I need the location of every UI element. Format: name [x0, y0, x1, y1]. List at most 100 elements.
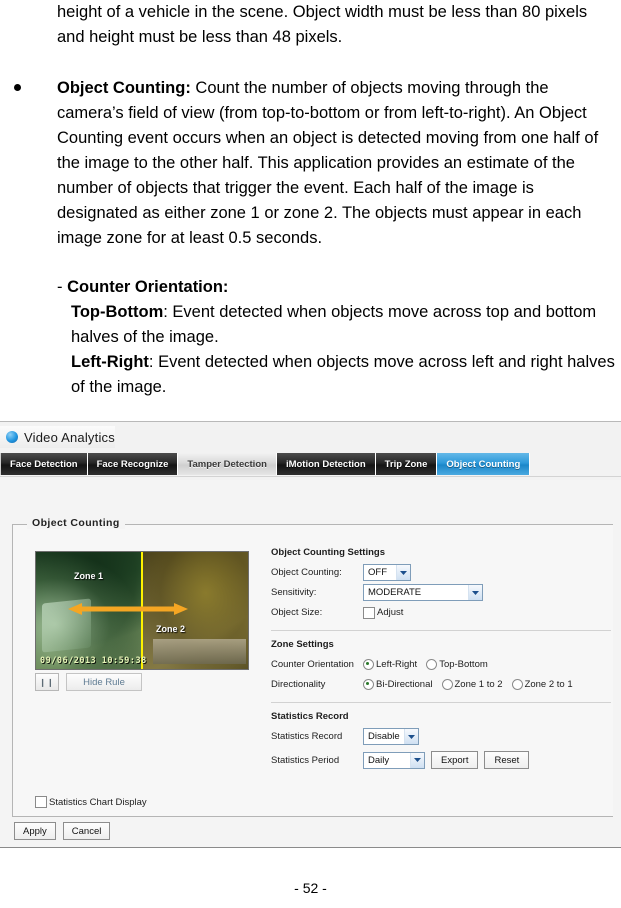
sub-item-left-right: Left-Right: Event detected when objects … [57, 350, 619, 400]
bullet-dot-icon [14, 84, 21, 91]
radio-zone-1-to-2[interactable]: Zone 1 to 2 [441, 679, 503, 690]
object-counting-label: Object Counting: [271, 567, 342, 578]
sub-item-left-right-body: : Event detected when objects move acros… [71, 353, 615, 396]
row-statistics-record: Statistics Record Disable [271, 728, 611, 745]
radio-zone-1-to-2-label: Zone 1 to 2 [454, 679, 503, 690]
video-analytics-header: Video Analytics [0, 426, 115, 448]
counter-orientation-radios[interactable]: Left-Right Top-Bottom [363, 659, 488, 670]
zone-settings-title: Zone Settings [271, 639, 334, 650]
object-size-adjust-label: Adjust [377, 607, 404, 618]
tab-face-recognize[interactable]: Face Recognize [87, 453, 179, 475]
object-counting-panel: Object Counting Zone 1 Zone 2 09/06/2013… [0, 480, 621, 847]
sub-block-counter-orientation: - Counter Orientation: Top-Bottom: Event… [0, 275, 621, 400]
checkbox-icon[interactable] [35, 796, 47, 808]
fieldset-legend: Object Counting [27, 517, 125, 529]
radio-unselected-icon[interactable] [441, 679, 453, 690]
sub-item-left-right-term: Left-Right [71, 353, 149, 371]
apply-button[interactable]: Apply [14, 822, 56, 840]
object-size-adjust-checkbox[interactable]: Adjust [363, 606, 404, 619]
video-timestamp: 09/06/2013 10:59:38 [40, 656, 147, 666]
sub-heading: Counter Orientation: [67, 278, 229, 296]
settings-column: Object Counting Settings Object Counting… [271, 547, 611, 772]
row-object-size: Object Size: Adjust [271, 604, 611, 621]
chevron-down-icon [404, 729, 418, 744]
statistics-period-label: Statistics Period [271, 754, 340, 766]
row-directionality: Directionality Bi-Directional Zone 1 to … [271, 676, 611, 693]
chevron-down-icon [468, 585, 482, 600]
document-text-block: height of a vehicle in the scene. Object… [0, 0, 621, 400]
statistics-period-select-value: Daily [368, 754, 390, 766]
radio-unselected-icon[interactable] [426, 659, 438, 670]
form-actions: Apply Cancel [14, 822, 111, 840]
export-button[interactable]: Export [431, 751, 479, 769]
tab-trip-zone[interactable]: Trip Zone [375, 453, 438, 475]
radio-zone-2-to-1-label: Zone 2 to 1 [524, 679, 573, 690]
radio-selected-icon[interactable] [363, 659, 374, 670]
statistics-record-select[interactable]: Disable [363, 728, 419, 745]
directionality-label: Directionality [271, 679, 326, 690]
video-preview[interactable]: Zone 1 Zone 2 09/06/2013 10:59:38 [35, 551, 249, 670]
tab-tamper-detection[interactable]: Tamper Detection [178, 453, 277, 475]
bullet-body: Count the number of objects moving throu… [57, 79, 599, 247]
blue-circle-icon [6, 431, 18, 443]
reset-button[interactable]: Reset [484, 751, 530, 769]
analytics-tabbar[interactable]: Face Detection Face Recognize Tamper Det… [0, 453, 621, 475]
object-counting-select[interactable]: OFF [363, 564, 411, 581]
statistics-record-title: Statistics Record [271, 711, 349, 722]
radio-bi-directional[interactable]: Bi-Directional [363, 679, 433, 690]
section-separator-1 [271, 630, 611, 631]
video-analytics-screenshot: Video Analytics Face Detection Face Reco… [0, 421, 621, 848]
radio-left-right[interactable]: Left-Right [363, 659, 417, 670]
checkbox-icon[interactable] [363, 606, 375, 619]
page-number: - 52 - [294, 880, 327, 896]
bi-directional-arrow-icon [68, 602, 188, 616]
page-title: Video Analytics [24, 429, 115, 445]
statistics-chart-display-label: Statistics Chart Display [49, 796, 147, 808]
row-object-counting: Object Counting: OFF [271, 564, 611, 581]
row-counter-orientation: Counter Orientation Left-Right Top-Botto… [271, 656, 611, 673]
radio-selected-icon[interactable] [363, 679, 374, 690]
statistics-period-select[interactable]: Daily [363, 751, 425, 769]
tabbar-filler [530, 453, 621, 475]
chevron-down-icon [396, 565, 410, 580]
object-counting-settings-title: Object Counting Settings [271, 547, 385, 558]
chevron-down-icon [410, 752, 424, 768]
tab-face-detection[interactable]: Face Detection [0, 453, 88, 475]
zone2-label: Zone 2 [156, 624, 186, 634]
hide-rule-button[interactable]: Hide Rule [66, 673, 142, 691]
object-counting-select-value: OFF [368, 567, 387, 578]
cancel-button[interactable]: Cancel [62, 822, 111, 840]
object-counting-fieldset: Object Counting Zone 1 Zone 2 09/06/2013… [12, 517, 613, 817]
radio-zone-2-to-1[interactable]: Zone 2 to 1 [511, 679, 573, 690]
row-statistics-period: Statistics Period Daily Export Reset [271, 751, 611, 769]
statistics-record-select-value: Disable [368, 731, 400, 742]
pause-button[interactable]: ❙❙ [35, 673, 59, 691]
object-size-label: Object Size: [271, 607, 323, 618]
counter-orientation-label: Counter Orientation [271, 659, 354, 670]
bullet-term: Object Counting: [57, 79, 191, 97]
statistics-record-label: Statistics Record [271, 731, 343, 742]
sub-item-top-bottom: Top-Bottom: Event detected when objects … [57, 300, 619, 350]
zone1-label: Zone 1 [74, 571, 104, 581]
sensitivity-label: Sensitivity: [271, 587, 317, 598]
radio-top-bottom-label: Top-Bottom [439, 659, 488, 670]
radio-unselected-icon[interactable] [511, 679, 523, 690]
sub-dash: - [57, 278, 63, 296]
section-separator-2 [271, 702, 611, 703]
radio-top-bottom[interactable]: Top-Bottom [426, 659, 488, 670]
bullet-item-object-counting: Object Counting: Count the number of obj… [0, 76, 621, 251]
sub-item-top-bottom-term: Top-Bottom [71, 303, 164, 321]
sensitivity-select[interactable]: MODERATE [363, 584, 483, 601]
video-controls: ❙❙ Hide Rule [35, 673, 142, 691]
sub-heading-line: - Counter Orientation: [57, 275, 619, 300]
radio-bi-directional-label: Bi-Directional [376, 679, 433, 690]
tab-imotion-detection[interactable]: iMotion Detection [276, 453, 376, 475]
tabbar-divider [0, 476, 621, 477]
directionality-radios[interactable]: Bi-Directional Zone 1 to 2 Zone 2 to 1 [363, 679, 573, 690]
statistics-chart-display-checkbox[interactable]: Statistics Chart Display [35, 796, 147, 808]
bullet-paragraph: Object Counting: Count the number of obj… [57, 76, 619, 251]
tab-object-counting[interactable]: Object Counting [437, 453, 531, 475]
paragraph-continuation: height of a vehicle in the scene. Object… [57, 3, 588, 46]
row-sensitivity: Sensitivity: MODERATE [271, 584, 611, 601]
sensitivity-select-value: MODERATE [368, 587, 422, 598]
